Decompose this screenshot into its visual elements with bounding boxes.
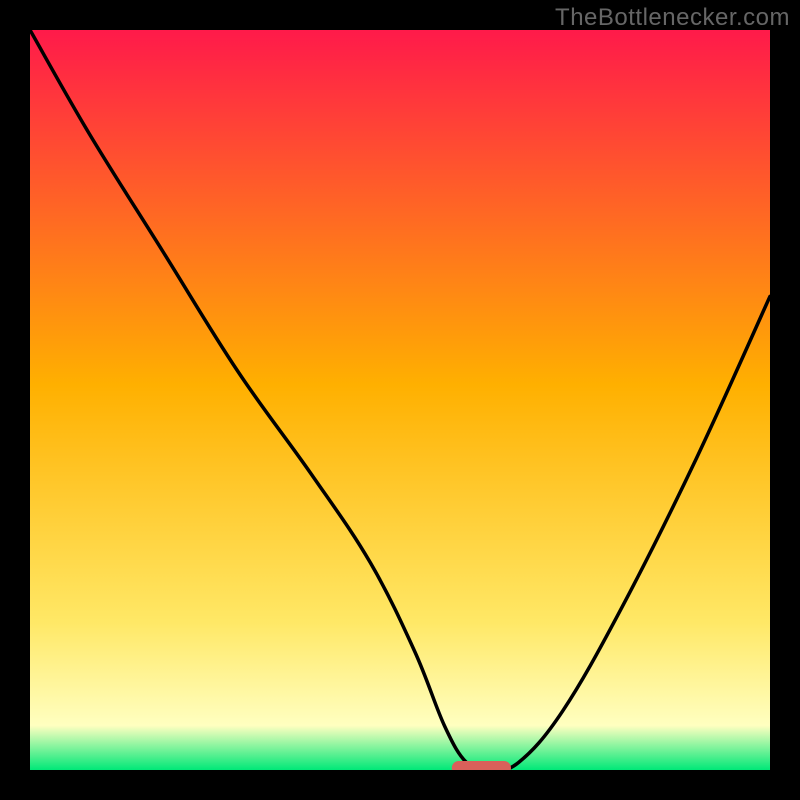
watermark-text: TheBottlenecker.com: [555, 4, 790, 32]
chart-frame: TheBottlenecker.com: [0, 0, 800, 800]
chart-svg: [30, 30, 770, 770]
plot-area: [30, 30, 770, 770]
gradient-background: [30, 30, 770, 770]
minimum-marker: [452, 761, 511, 770]
